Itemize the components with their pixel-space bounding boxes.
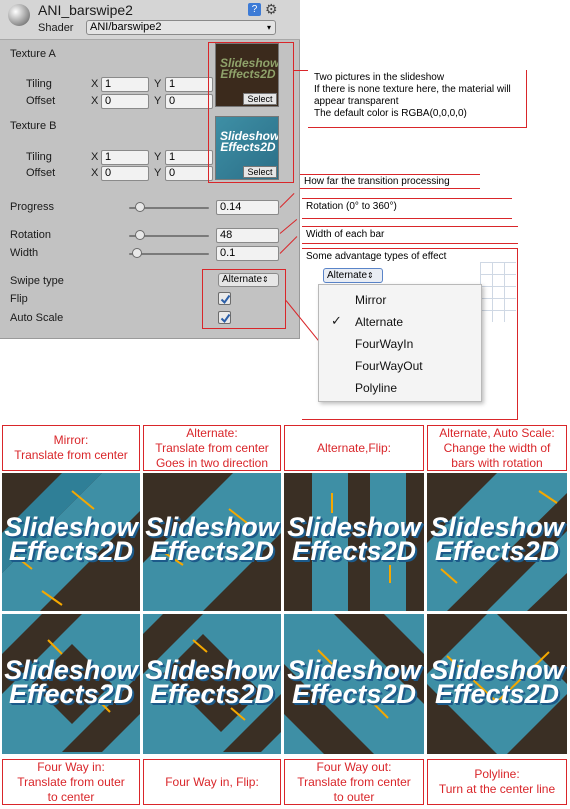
example-image-alternate-autoscale: Slideshow Effects2D — [427, 473, 567, 611]
menu-item-polyline[interactable]: Polyline — [355, 381, 397, 395]
example-image-polyline: Slideshow Effects2D — [427, 614, 567, 754]
texture-b-tiling-label: Tiling — [26, 151, 52, 163]
textures-connector — [294, 70, 308, 71]
example-image-mirror: Slideshow Effects2D — [2, 473, 140, 611]
popup-background-grid — [480, 262, 516, 322]
example-caption-mirror: Mirror: Translate from center — [2, 425, 140, 471]
swipe-type-popup-button[interactable]: Alternate⇕ — [323, 268, 383, 283]
texture-b-label: Texture B — [10, 120, 57, 132]
help-icon[interactable]: ? — [248, 3, 261, 16]
progress-label: Progress — [10, 201, 55, 213]
progress-callout-rule — [300, 188, 480, 189]
example-image-fourwayout: Slideshow Effects2D — [284, 614, 424, 754]
texture-b-offset-y-field[interactable]: 0 — [165, 166, 213, 181]
texture-a-tiling-label: Tiling — [26, 78, 52, 90]
gear-icon[interactable]: ⚙ — [265, 1, 278, 18]
texture-b-offset-label: Offset — [26, 167, 56, 179]
example-image-fourwayin: Slideshow Effects2D — [2, 614, 140, 754]
swipe-callout-text: Some advantage types of effect — [306, 251, 447, 262]
menu-item-fourwayout[interactable]: FourWayOut — [355, 359, 423, 373]
menu-item-alternate[interactable]: Alternate — [355, 315, 403, 329]
inspector-header: ANI_barswipe2 Shader ANI/barswipe2 ▾ ? ⚙ — [0, 0, 300, 40]
shader-dropdown-value: ANI/barswipe2 — [90, 21, 162, 33]
chevron-updown-icon: ⇕ — [367, 271, 374, 280]
x-label: X — [91, 167, 99, 179]
progress-callout-rule-top — [300, 174, 480, 175]
rotation-callout-text: Rotation (0° to 360°) — [306, 201, 397, 212]
width-callout-text: Width of each bar — [306, 229, 385, 240]
texture-a-offset-label: Offset — [26, 95, 56, 107]
example-logo: Slideshow Effects2D — [145, 655, 279, 709]
y-label: Y — [154, 151, 162, 163]
example-caption-fourwayin: Four Way in: Translate from outer to cente… — [2, 759, 140, 805]
example-caption-alternate: Alternate: Translate from center Goes in t… — [143, 425, 281, 471]
swipe-type-popup-button-label: Alternate — [327, 270, 368, 281]
width-field[interactable]: 0.1 — [216, 246, 279, 261]
x-label: X — [91, 151, 99, 163]
width-label: Width — [10, 247, 39, 259]
flip-label: Flip — [10, 293, 28, 305]
rotation-label: Rotation — [10, 229, 51, 241]
example-logo: Slideshow Effects2D — [4, 655, 138, 709]
example-logo: Slideshow Effects2D — [430, 655, 564, 709]
example-image-alternate-flip: Slideshow Effects2D — [284, 473, 424, 611]
example-logo: Slideshow Effects2D — [430, 512, 564, 566]
width-callout-rule — [302, 243, 518, 244]
texture-a-tiling-y-field[interactable]: 1 — [165, 77, 213, 92]
example-logo: Slideshow Effects2D — [145, 512, 279, 566]
width-slider-knob[interactable] — [132, 248, 142, 258]
textures-callout-text: Two pictures in the slideshow If there i… — [314, 72, 511, 119]
example-logo: Slideshow Effects2D — [287, 512, 421, 566]
progress-callout-text: How far the transition processing — [304, 176, 450, 187]
example-caption-fourwayin-flip: Four Way in, Flip: — [143, 759, 281, 805]
progress-slider-knob[interactable] — [135, 202, 146, 212]
shader-label: Shader — [38, 22, 74, 34]
progress-field[interactable]: 0.14 — [216, 200, 279, 215]
shader-dropdown[interactable]: ANI/barswipe2 ▾ — [86, 20, 276, 35]
example-logo: Slideshow Effects2D — [287, 655, 421, 709]
swipe-type-popup-menu: ✓ Mirror Alternate FourWayIn FourWayOut … — [318, 284, 482, 402]
textures-highlight-box — [208, 42, 294, 183]
auto-scale-label: Auto Scale — [10, 312, 64, 324]
texture-a-offset-x-field[interactable]: 0 — [101, 94, 149, 109]
rotation-field[interactable]: 48 — [216, 228, 279, 243]
texture-a-label: Texture A — [10, 48, 56, 60]
rotation-callout-rule — [302, 218, 512, 219]
material-icon — [8, 4, 30, 26]
menu-item-mirror[interactable]: Mirror — [355, 293, 386, 307]
example-caption-alternate-autoscale: Alternate, Auto Scale: Change the width o… — [427, 425, 567, 471]
example-caption-fourwayout: Four Way out: Translate from center to out… — [284, 759, 424, 805]
texture-a-offset-y-field[interactable]: 0 — [165, 94, 213, 109]
texture-b-tiling-y-field[interactable]: 1 — [165, 150, 213, 165]
example-image-alternate: Slideshow Effects2D — [143, 473, 281, 611]
chevron-down-icon: ▾ — [266, 23, 271, 32]
rotation-callout-rule-top — [302, 198, 512, 199]
x-label: X — [91, 78, 99, 90]
rotation-slider-knob[interactable] — [134, 230, 145, 240]
texture-a-tiling-x-field[interactable]: 1 — [101, 77, 149, 92]
example-logo: Slideshow Effects2D — [4, 512, 138, 566]
checkmark-icon: ✓ — [331, 313, 342, 328]
example-image-fourwayin-flip: Slideshow Effects2D — [143, 614, 281, 754]
y-label: Y — [154, 95, 162, 107]
width-callout-rule-top — [302, 226, 518, 227]
swipe-type-label: Swipe type — [10, 275, 64, 287]
example-caption-alternate-flip: Alternate,Flip: — [284, 425, 424, 471]
y-label: Y — [154, 167, 162, 179]
material-title: ANI_barswipe2 — [38, 2, 133, 18]
menu-item-fourwayin[interactable]: FourWayIn — [355, 337, 413, 351]
example-caption-polyline: Polyline: Turn at the center line — [427, 759, 567, 805]
x-label: X — [91, 95, 99, 107]
texture-b-offset-x-field[interactable]: 0 — [101, 166, 149, 181]
swipe-highlight-box — [202, 269, 286, 329]
texture-b-tiling-x-field[interactable]: 1 — [101, 150, 149, 165]
y-label: Y — [154, 78, 162, 90]
